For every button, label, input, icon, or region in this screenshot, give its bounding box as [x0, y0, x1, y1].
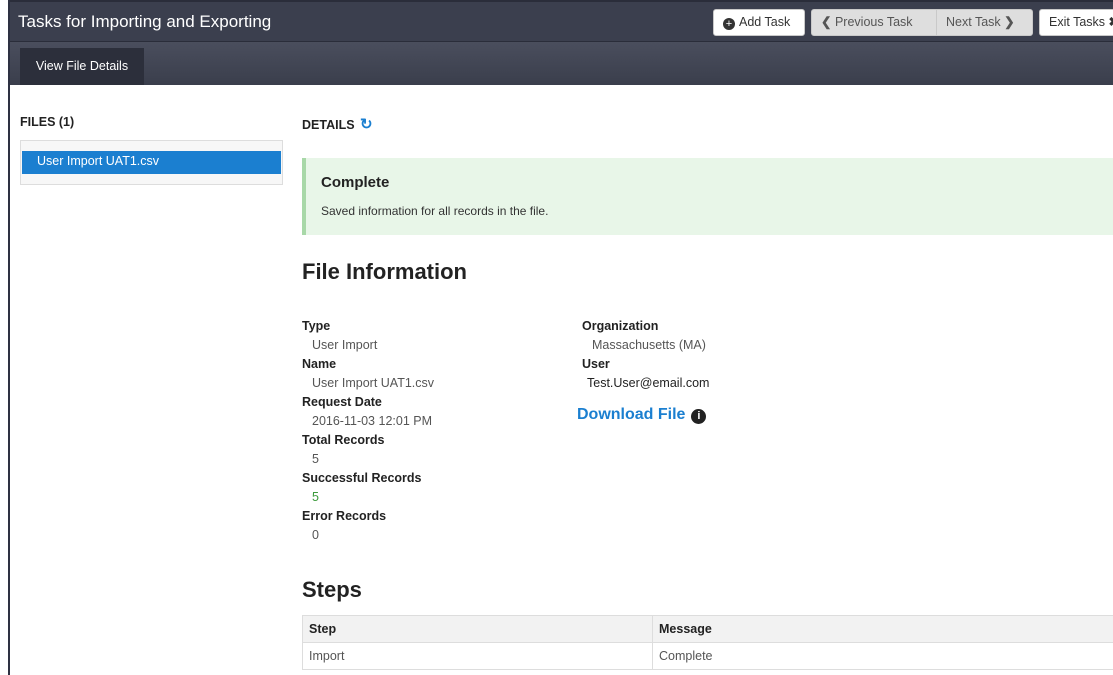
details-label: DETAILS: [302, 118, 355, 132]
table-row: Import Complete: [302, 642, 1113, 670]
add-task-label: Add Task: [739, 15, 791, 29]
organization-label: Organization: [582, 319, 659, 333]
steps-table: Step Message Import Complete: [302, 615, 1113, 670]
organization-value: Massachusetts (MA): [592, 338, 706, 352]
column-header-step[interactable]: Step: [302, 615, 653, 643]
status-title: Complete: [321, 174, 390, 191]
sub-nav-bar: View File Details: [10, 42, 1113, 85]
info-icon[interactable]: i: [691, 409, 707, 424]
next-task-button[interactable]: Next Task ❯: [936, 9, 1033, 36]
tab-view-file-details[interactable]: View File Details: [20, 48, 144, 85]
download-file-label: Download File: [577, 406, 686, 423]
plus-circle-icon: +: [723, 18, 735, 30]
chevron-right-icon: ❯: [1004, 15, 1015, 29]
exit-tasks-label: Exit Tasks: [1049, 15, 1106, 29]
successful-records-label: Successful Records: [302, 471, 422, 485]
user-label: User: [582, 357, 610, 371]
user-value: Test.User@email.com: [587, 376, 710, 390]
close-icon: ✖: [1109, 10, 1113, 35]
top-bar: Tasks for Importing and Exporting + Add T…: [10, 0, 1113, 42]
column-header-message[interactable]: Message: [652, 615, 1113, 643]
type-label: Type: [302, 319, 331, 333]
file-info-left-column: Type User Import Name User Import UAT1.c…: [302, 317, 434, 545]
table-header-row: Step Message: [302, 615, 1113, 643]
refresh-icon[interactable]: ↻: [360, 116, 373, 133]
request-date-value: 2016-11-03 12:01 PM: [312, 414, 432, 428]
app-frame: Tasks for Importing and Exporting + Add T…: [8, 0, 1113, 675]
page-title: Tasks for Importing and Exporting: [18, 12, 272, 31]
name-label: Name: [302, 357, 337, 371]
successful-records-value: 5: [312, 490, 319, 504]
steps-heading: Steps: [302, 577, 362, 602]
file-list-item[interactable]: User Import UAT1.csv: [22, 151, 281, 174]
file-information-heading: File Information: [302, 259, 467, 284]
error-records-value: 0: [312, 528, 319, 542]
message-cell: Complete: [652, 642, 1113, 670]
total-records-value: 5: [312, 452, 319, 466]
previous-task-button[interactable]: ❮ Previous Task: [811, 9, 937, 36]
next-task-label: Next Task: [946, 15, 1001, 29]
request-date-label: Request Date: [302, 395, 382, 409]
step-cell: Import: [302, 642, 653, 670]
previous-task-label: Previous Task: [834, 15, 913, 29]
details-heading: DETAILS ↻: [302, 115, 373, 133]
files-list: User Import UAT1.csv: [20, 140, 283, 185]
chevron-left-icon: ❮: [821, 15, 832, 29]
type-value: User Import: [312, 338, 378, 352]
status-alert: Complete Saved information for all recor…: [302, 158, 1113, 235]
file-info-right-column: Organization Massachusetts (MA) User Tes…: [582, 317, 709, 393]
files-heading: FILES (1): [20, 115, 75, 129]
total-records-label: Total Records: [302, 433, 385, 447]
name-value: User Import UAT1.csv: [312, 376, 435, 390]
status-message: Saved information for all records in the…: [321, 204, 549, 218]
error-records-label: Error Records: [302, 509, 387, 523]
exit-tasks-button[interactable]: Exit Tasks ✖: [1039, 9, 1113, 36]
add-task-button[interactable]: + Add Task: [713, 9, 805, 36]
download-file-link[interactable]: Download File i: [577, 406, 707, 424]
